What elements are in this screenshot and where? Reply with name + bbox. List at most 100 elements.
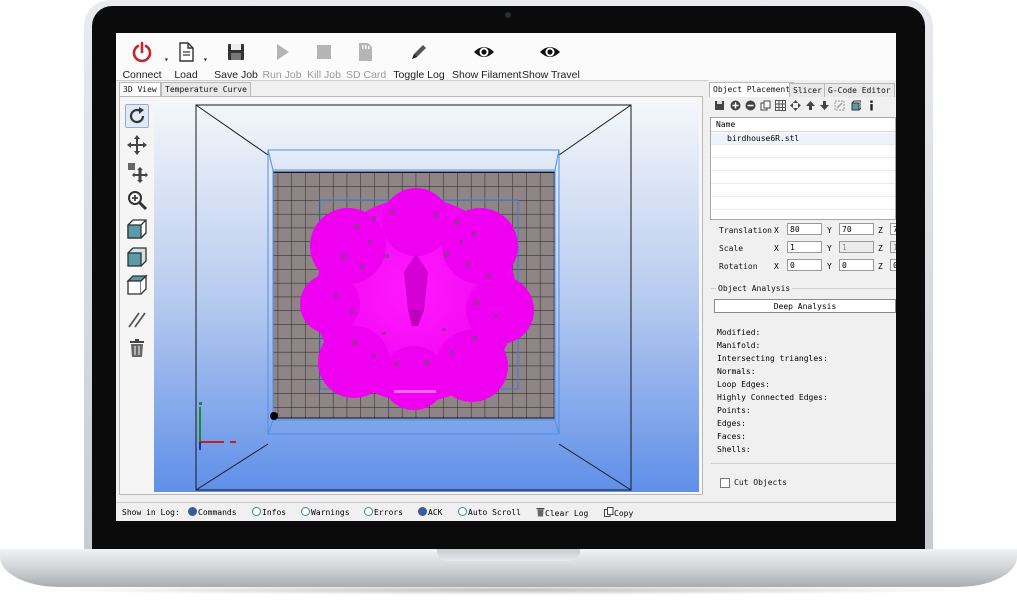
eye-icon (540, 47, 560, 57)
power-icon (132, 41, 152, 63)
radio-off-icon (364, 507, 373, 516)
cut-objects-label: Cut Objects (734, 478, 787, 487)
show-filament-button[interactable]: Show Filament (452, 41, 521, 81)
move-object-icon[interactable] (126, 161, 148, 183)
scale-label: Scale (719, 244, 744, 253)
commands-toggle[interactable]: Commands (188, 507, 237, 518)
add-icon[interactable] (730, 100, 741, 111)
analysis-points-label: Points: (717, 406, 751, 415)
connect-button[interactable]: Connect (122, 41, 162, 81)
scale-z-input[interactable]: 1 (890, 241, 896, 253)
copy-log-button[interactable]: Copy (604, 507, 633, 518)
view-front-icon[interactable] (126, 246, 148, 268)
rotate-icon[interactable] (125, 104, 149, 128)
scale-y-input[interactable]: 1 (839, 241, 874, 253)
rotation-y-input[interactable]: 0 (839, 259, 874, 271)
view-iso-icon[interactable] (126, 218, 148, 240)
copy-label: Copy (614, 509, 634, 518)
rotation-z-input[interactable]: 0 (890, 259, 896, 271)
axis-x-label: X (774, 244, 779, 253)
copy-icon[interactable] (760, 100, 771, 111)
scale-icon[interactable] (834, 100, 845, 111)
save-job-button[interactable]: Save Job (214, 41, 258, 81)
object-list-header: Name (711, 118, 895, 132)
infos-toggle[interactable]: Infos (252, 507, 286, 518)
eye-icon (474, 47, 494, 57)
group-border (711, 288, 716, 289)
cube-icon[interactable] (850, 100, 861, 111)
origin-marker (270, 412, 278, 420)
arrow-up-icon[interactable] (805, 100, 816, 111)
axis-x-label: X (774, 226, 779, 235)
errors-toggle[interactable]: Errors (364, 507, 403, 518)
cut-objects-checkbox[interactable] (720, 478, 730, 488)
sd-card-button[interactable]: SD Card (346, 41, 387, 81)
analysis-manifold-label: Manifold: (717, 341, 761, 350)
toggle-log-button[interactable]: Toggle Log (392, 41, 446, 81)
parallel-lines-icon[interactable] (126, 309, 148, 331)
errors-label: Errors (374, 508, 403, 517)
view-top-icon[interactable] (126, 274, 148, 296)
pencil-icon (412, 45, 426, 59)
app-window: Connect ▾ Load ▾ Save Job Run Job Kill J… (116, 33, 896, 521)
axis-z-label: Z (878, 262, 883, 271)
zoom-icon[interactable] (126, 189, 148, 211)
move-icon[interactable] (126, 134, 148, 156)
object-placement-panel: Object Placement Slicer G-Code Editor Na… (708, 80, 896, 500)
scale-x-input[interactable]: 1 (787, 241, 822, 253)
tab-temperature-curve[interactable]: Temperature Curve (161, 82, 251, 96)
trash-icon (536, 508, 545, 517)
tab-gcode-editor[interactable]: G-Code Editor (824, 83, 895, 97)
radio-off-icon (458, 507, 467, 516)
auto-scroll-label: Auto Scroll (468, 508, 521, 517)
load-dropdown-icon[interactable]: ▾ (203, 55, 208, 64)
tab-slicer[interactable]: Slicer (789, 83, 826, 97)
warnings-toggle[interactable]: Warnings (301, 507, 350, 518)
axis-x-label: X (774, 262, 779, 271)
analysis-edges-label: Edges: (717, 419, 746, 428)
save-icon[interactable] (714, 100, 725, 111)
translation-y-input[interactable]: 70 (839, 223, 874, 235)
translation-x-input[interactable]: 80 (787, 223, 822, 235)
kill-job-button[interactable]: Kill Job (306, 41, 342, 81)
analysis-loop-edges-label: Loop Edges: (717, 380, 770, 389)
kill-job-label: Kill Job (307, 69, 341, 81)
rotation-x-input[interactable]: 0 (787, 259, 822, 271)
analysis-modified-label: Modified: (717, 328, 761, 337)
analysis-shells-label: Shells: (717, 445, 751, 454)
run-job-label: Run Job (262, 69, 302, 81)
center-icon[interactable] (790, 100, 801, 111)
tab-3d-view[interactable]: 3D View (119, 82, 161, 97)
load-button[interactable]: Load (172, 41, 200, 81)
info-icon[interactable] (866, 100, 877, 111)
view-toolbar (120, 97, 154, 494)
auto-scroll-toggle[interactable]: Auto Scroll (458, 507, 521, 518)
connect-dropdown-icon[interactable]: ▾ (164, 55, 169, 64)
run-job-button[interactable]: Run Job (262, 41, 302, 81)
group-border (792, 288, 896, 289)
arrow-down-icon[interactable] (819, 100, 830, 111)
3d-canvas[interactable] (154, 104, 699, 492)
clear-log-label: Clear Log (545, 509, 589, 518)
autoposition-icon[interactable] (775, 100, 786, 111)
group-border (711, 463, 896, 464)
sd-card-label: SD Card (346, 69, 387, 81)
remove-icon[interactable] (745, 100, 756, 111)
infos-label: Infos (262, 508, 287, 517)
clear-log-button[interactable]: Clear Log (536, 507, 588, 518)
object-list-empty-row (711, 159, 895, 171)
object-list-empty-row (711, 198, 895, 210)
tab-object-placement[interactable]: Object Placement (709, 82, 795, 97)
show-travel-button[interactable]: Show Travel (522, 41, 580, 81)
show-travel-label: Show Travel (522, 69, 580, 81)
connect-label: Connect (122, 69, 162, 81)
warnings-label: Warnings (311, 508, 350, 517)
ack-toggle[interactable]: ACK (418, 507, 442, 518)
trash-icon[interactable] (126, 337, 148, 359)
object-list-item[interactable]: birdhouse6R.stl (711, 133, 895, 145)
translation-z-input[interactable]: 7 (890, 223, 896, 235)
camera-dot (505, 12, 511, 18)
deep-analysis-button[interactable]: Deep Analysis (714, 299, 896, 313)
laptop-notch (437, 549, 580, 561)
object-list-empty-row (711, 185, 895, 197)
